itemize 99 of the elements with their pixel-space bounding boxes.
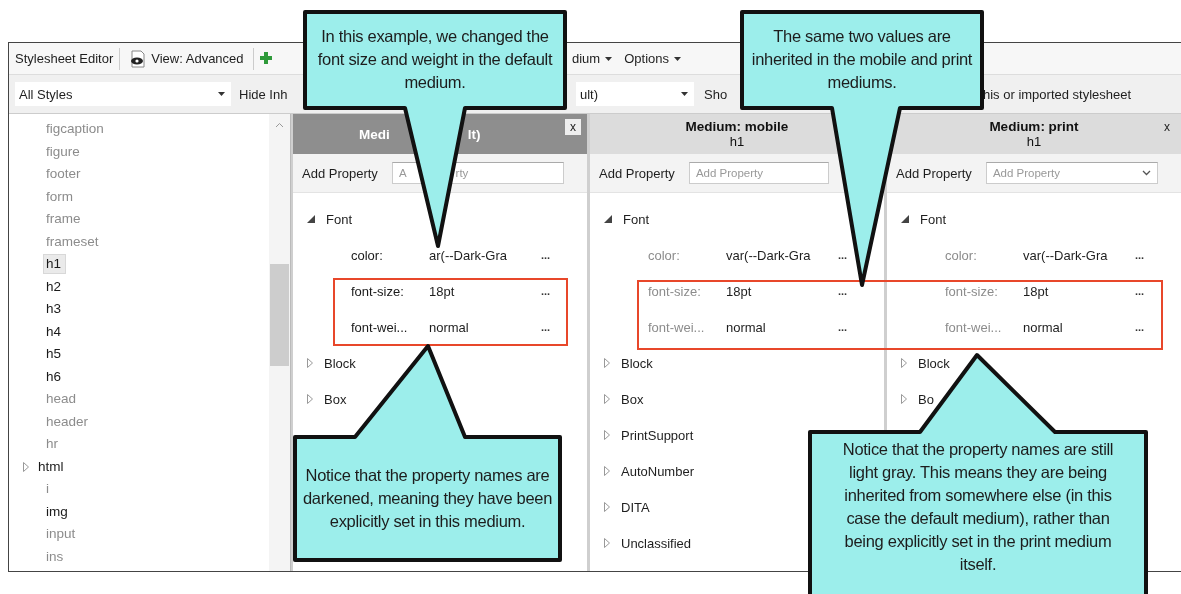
caret-icon bbox=[218, 92, 225, 96]
property-value[interactable]: 18pt bbox=[1023, 283, 1049, 299]
hide-inherited-label: Hide Inh bbox=[239, 86, 288, 102]
style-list-item[interactable]: h4 bbox=[43, 321, 67, 342]
category-label[interactable]: AutoNumber bbox=[621, 463, 694, 479]
style-list-item[interactable]: figure bbox=[43, 141, 85, 162]
category-label[interactable]: Block bbox=[324, 355, 356, 371]
property-name: font-wei... bbox=[351, 319, 409, 335]
add-property-label: Add Property bbox=[896, 165, 972, 181]
collapsed-triangle-icon[interactable] bbox=[604, 358, 610, 368]
more-button[interactable]: ... bbox=[539, 285, 553, 297]
style-list-item[interactable]: frame bbox=[43, 209, 86, 230]
add-property-label: Add Property bbox=[599, 165, 675, 181]
more-button[interactable]: ... bbox=[539, 249, 553, 261]
show-label: Sho bbox=[704, 86, 728, 102]
caret-icon bbox=[674, 56, 681, 61]
editor-title: Stylesheet Editor bbox=[15, 51, 114, 66]
caret-icon bbox=[605, 56, 613, 61]
category-label[interactable]: Unclassified bbox=[621, 535, 692, 551]
medium-title: Medium: mobile bbox=[685, 119, 789, 134]
close-button[interactable]: x bbox=[565, 119, 581, 135]
medium-title: Medium: print bbox=[989, 119, 1079, 134]
scrollbar[interactable] bbox=[269, 114, 290, 571]
property-name: font-size: bbox=[351, 283, 405, 299]
collapsed-triangle-icon[interactable] bbox=[604, 538, 610, 548]
collapsed-triangle-icon[interactable] bbox=[604, 466, 610, 476]
more-button[interactable]: ... bbox=[1133, 249, 1147, 261]
category-label[interactable]: DITA bbox=[621, 499, 650, 515]
styles-dropdown[interactable]: All Styles bbox=[15, 82, 231, 106]
style-list-item[interactable]: h2 bbox=[43, 276, 67, 297]
more-button[interactable]: ... bbox=[539, 321, 553, 333]
collapsed-triangle-icon[interactable] bbox=[23, 461, 29, 472]
property-name: font-size: bbox=[648, 283, 702, 299]
medium-title: Medi bbox=[359, 126, 390, 142]
source-label: his or imported stylesheet bbox=[983, 86, 1132, 102]
style-list-item[interactable]: img bbox=[43, 501, 73, 522]
category-label[interactable]: Block bbox=[918, 355, 950, 371]
caret-icon bbox=[681, 92, 688, 96]
property-value[interactable]: var(--Dark-Gra bbox=[726, 247, 811, 263]
property-value[interactable]: normal bbox=[726, 319, 766, 335]
collapsed-triangle-icon[interactable] bbox=[901, 358, 907, 368]
scroll-up-icon[interactable] bbox=[275, 122, 284, 128]
style-list-item[interactable]: h5 bbox=[43, 344, 67, 365]
property-name: font-size: bbox=[945, 283, 999, 299]
style-list-item[interactable]: h1 bbox=[43, 254, 67, 275]
more-button[interactable]: ... bbox=[1133, 321, 1147, 333]
more-button[interactable]: ... bbox=[1133, 285, 1147, 297]
medium-dropdown[interactable]: ult) bbox=[576, 82, 694, 106]
options-button[interactable]: Options bbox=[621, 49, 684, 68]
callout-text: In this example, we changed the font size and weight in the default medium. bbox=[316, 25, 554, 93]
plus-icon[interactable] bbox=[259, 51, 272, 66]
style-list-item[interactable]: h3 bbox=[43, 299, 67, 320]
style-list-item[interactable]: h6 bbox=[43, 366, 67, 387]
more-button[interactable]: ... bbox=[836, 321, 850, 333]
category-label[interactable]: Box bbox=[324, 391, 347, 407]
more-button[interactable]: ... bbox=[836, 285, 850, 297]
property-name: color: bbox=[648, 247, 681, 263]
expanded-triangle-icon[interactable] bbox=[307, 215, 315, 223]
more-button[interactable]: ... bbox=[836, 249, 850, 261]
property-value[interactable]: 18pt bbox=[429, 283, 455, 299]
collapsed-triangle-icon[interactable] bbox=[307, 394, 313, 404]
property-name: color: bbox=[351, 247, 384, 263]
chevron-down-icon bbox=[1141, 170, 1151, 176]
medium-title: lt) bbox=[467, 126, 481, 142]
callout-text: Notice that the property names are darkened, meaning they have been explicitly set in this medium. bbox=[301, 465, 554, 532]
property-value[interactable]: ar(--Dark-Gra bbox=[429, 247, 507, 263]
collapsed-triangle-icon[interactable] bbox=[604, 502, 610, 512]
property-name: font-wei... bbox=[945, 319, 1003, 335]
style-name: h1 bbox=[1026, 134, 1042, 149]
view-button[interactable]: View: Advanced bbox=[126, 47, 247, 70]
property-value[interactable]: normal bbox=[1023, 319, 1063, 335]
eye-icon bbox=[129, 49, 147, 68]
property-value[interactable]: normal bbox=[429, 319, 469, 335]
category-label[interactable]: Box bbox=[621, 391, 644, 407]
callout-text: The same two values are inherited in the mobile and print mediums. bbox=[750, 25, 974, 93]
collapsed-triangle-icon[interactable] bbox=[901, 394, 907, 404]
property-name: color: bbox=[945, 247, 978, 263]
category-label[interactable]: Font bbox=[326, 211, 352, 227]
property-name: font-wei... bbox=[648, 319, 706, 335]
property-value[interactable]: 18pt bbox=[726, 283, 752, 299]
add-property-label: Add Property bbox=[302, 165, 378, 181]
scrollbar-thumb[interactable] bbox=[270, 264, 289, 366]
style-name: h1 bbox=[729, 134, 745, 149]
collapsed-triangle-icon[interactable] bbox=[604, 394, 610, 404]
collapsed-triangle-icon[interactable] bbox=[307, 358, 313, 368]
category-label[interactable]: Font bbox=[920, 211, 946, 227]
close-button[interactable]: x bbox=[1159, 119, 1175, 135]
category-label[interactable]: Font bbox=[623, 211, 649, 227]
medium-button[interactable]: dium bbox=[569, 49, 616, 68]
expanded-triangle-icon[interactable] bbox=[901, 215, 909, 223]
style-list-item[interactable]: html bbox=[35, 456, 69, 477]
expanded-triangle-icon[interactable] bbox=[604, 215, 612, 223]
style-list-item[interactable]: figcaption bbox=[43, 119, 109, 140]
category-label[interactable]: PrintSupport bbox=[621, 427, 694, 443]
property-value[interactable]: var(--Dark-Gra bbox=[1023, 247, 1108, 263]
collapsed-triangle-icon[interactable] bbox=[604, 430, 610, 440]
category-label[interactable]: Block bbox=[621, 355, 653, 371]
callout-text: Notice that the property names are still light gray. This means they are being inherited from somewhere else (in this case the default medium), rather than being explicitly set in the print medium itself. bbox=[841, 439, 1115, 575]
category-label[interactable]: Bo bbox=[918, 391, 934, 407]
